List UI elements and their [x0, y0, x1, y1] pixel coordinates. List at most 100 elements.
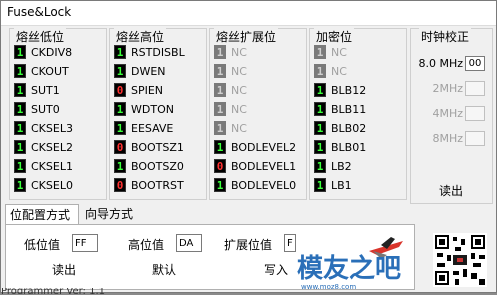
read-button[interactable]: 读出: [52, 261, 76, 278]
fuse-bit-toggle[interactable]: 1: [314, 159, 326, 173]
fuse-bit-label: BLB02: [331, 121, 367, 135]
fuse-bit-label: CKDIV8: [31, 45, 73, 59]
fuse-bit-row: 1 BLB01: [314, 140, 366, 154]
fuse-bit-label: BLB11: [331, 102, 367, 116]
fuse-bit-row: 0 BOOTSZ1: [114, 140, 184, 154]
fuse-bit-row: 1 BLB11: [314, 102, 366, 116]
fuse-bit-label: BOOTSZ0: [131, 159, 184, 173]
lock-bits-group: 加密位 1 NC 1 NC 1 BLB12 1 BLB11 1 BLB02 1 BLB01 1 LB2 1 L…: [309, 28, 407, 200]
ext-value-label: 扩展位值: [224, 238, 273, 252]
fuse-bit-label: EESAVE: [131, 121, 174, 135]
clock-value-input[interactable]: 00: [465, 55, 485, 71]
fuse-bit-label: CKSEL1: [31, 159, 73, 173]
fuse-bit-row: 1 BODLEVEL0: [214, 178, 296, 192]
fuse-bit-toggle[interactable]: 1: [14, 83, 26, 97]
fuse-bit-label: CKSEL3: [31, 121, 73, 135]
clock-row: 2MHz: [417, 80, 485, 96]
fuse-bit-label: BOOTSZ1: [131, 140, 184, 154]
fuse-bit-row: 1 NC: [214, 45, 247, 59]
clock-row: 8.0 MHz 00: [417, 55, 485, 71]
fuse-bit-row: 1 NC: [314, 64, 347, 78]
fuse-bit-label: SPIEN: [131, 83, 164, 97]
fuse-bit-toggle: 1: [214, 121, 226, 135]
fuse-bit-row: 0 BOOTRST: [114, 178, 184, 192]
fuse-bit-toggle: 1: [214, 83, 226, 97]
fuse-bit-toggle: 1: [314, 45, 326, 59]
fuse-bit-toggle[interactable]: 1: [14, 102, 26, 116]
qr-code: [433, 233, 487, 287]
fuse-bit-row: 1 CKOUT: [14, 64, 69, 78]
fuse-bit-row: 1 BOOTSZ0: [114, 159, 184, 173]
fuse-lock-window: Fuse&Lock 熔丝低位 1 CKDIV8 1 CKOUT 1 SUT1 1 SUT0 1 C…: [0, 0, 497, 294]
fuse-bit-toggle[interactable]: 0: [114, 178, 126, 192]
fuse-bit-toggle[interactable]: 1: [214, 178, 226, 192]
fuse-bit-toggle[interactable]: 1: [114, 159, 126, 173]
fuse-bit-row: 0 SPIEN: [114, 83, 163, 97]
status-line: Programmer Ver: 1.1: [1, 288, 105, 294]
fuse-bit-toggle: 1: [214, 64, 226, 78]
clock-value-input: [465, 105, 485, 121]
clock-label: 8MHz: [432, 131, 463, 145]
fuse-bit-toggle[interactable]: 1: [314, 140, 326, 154]
fuse-high-group: 熔丝高位 1 RSTDISBL 1 DWEN 0 SPIEN 1 WDTON 1 EESAVE 0 B…: [109, 28, 207, 200]
low-value-input[interactable]: FF: [72, 234, 98, 252]
fuse-bit-toggle[interactable]: 0: [214, 159, 226, 173]
fuse-bit-label: WDTON: [131, 102, 174, 116]
watermark-text: 模友之吧: [297, 253, 401, 284]
fuse-low-group: 熔丝低位 1 CKDIV8 1 CKOUT 1 SUT1 1 SUT0 1 CKSEL3 1 CKSE…: [9, 28, 107, 200]
clock-label: 4MHz: [432, 106, 463, 120]
fuse-ext-group: 熔丝扩展位 1 NC 1 NC 1 NC 1 NC 1 NC 1 BODLEVEL2 0 BODLEVEL…: [209, 28, 307, 200]
fuse-bit-label: NC: [231, 121, 247, 135]
fuse-bit-row: 1 NC: [214, 102, 247, 116]
clock-read-button[interactable]: 读出: [439, 182, 463, 199]
fuse-bit-toggle[interactable]: 1: [14, 140, 26, 154]
low-value-label: 低位值: [24, 238, 61, 252]
fuse-bit-toggle: 1: [214, 45, 226, 59]
fuse-bit-toggle[interactable]: 1: [114, 102, 126, 116]
fuse-bit-row: 1 NC: [314, 45, 347, 59]
fuse-bit-toggle[interactable]: 1: [114, 64, 126, 78]
fuse-bit-toggle[interactable]: 1: [314, 178, 326, 192]
fuse-bit-label: NC: [231, 64, 247, 78]
fuse-bit-row: 1 NC: [214, 121, 247, 135]
fuse-bit-toggle[interactable]: 1: [114, 121, 126, 135]
fuse-bit-toggle[interactable]: 1: [14, 121, 26, 135]
fuse-bit-row: 1 BODLEVEL2: [214, 140, 296, 154]
fuse-bit-label: NC: [231, 83, 247, 97]
fuse-bit-toggle: 1: [214, 102, 226, 116]
clock-calibration-group: 时钟校正 8.0 MHz 00 2MHz 4MHz 8MHz 读出: [410, 28, 493, 204]
clock-label: 2MHz: [432, 81, 463, 95]
default-button[interactable]: 默认: [152, 261, 176, 278]
fuse-bit-toggle[interactable]: 1: [314, 102, 326, 116]
fuse-bit-label: BODLEVEL1: [231, 159, 297, 173]
clock-value-input: [465, 80, 485, 96]
high-value-label: 高位值: [128, 238, 165, 252]
group-title: 熔丝扩展位: [214, 28, 279, 45]
fuse-bit-toggle[interactable]: 0: [114, 83, 126, 97]
fuse-bit-toggle[interactable]: 1: [214, 140, 226, 154]
fuse-bit-label: DWEN: [131, 64, 166, 78]
fuse-bit-toggle[interactable]: 1: [14, 159, 26, 173]
fuse-bit-row: 1 CKSEL2: [14, 140, 73, 154]
fuse-bit-toggle[interactable]: 1: [14, 64, 26, 78]
fuse-bit-row: 1 BLB02: [314, 121, 366, 135]
fuse-bit-row: 1 LB1: [314, 178, 352, 192]
fuse-bit-row: 1 LB2: [314, 159, 352, 173]
fuse-bit-row: 1 NC: [214, 64, 247, 78]
fuse-bit-toggle[interactable]: 1: [14, 45, 26, 59]
fuse-bit-label: NC: [231, 45, 247, 59]
fuse-bit-row: 1 CKSEL0: [14, 178, 73, 192]
fuse-bit-row: 1 SUT1: [14, 83, 60, 97]
tab-wizard[interactable]: 向导方式: [81, 204, 141, 224]
tab-bit-config[interactable]: 位配置方式: [5, 204, 79, 224]
fuse-bit-toggle[interactable]: 0: [114, 140, 126, 154]
high-value-input[interactable]: DA: [176, 234, 202, 252]
fuse-bit-toggle[interactable]: 1: [314, 121, 326, 135]
fuse-bit-label: SUT0: [31, 102, 60, 116]
write-button[interactable]: 写入: [264, 261, 288, 278]
fuse-bit-toggle[interactable]: 1: [114, 45, 126, 59]
fuse-bit-label: CKSEL0: [31, 178, 73, 192]
fuse-bit-row: 1 EESAVE: [114, 121, 173, 135]
fuse-bit-toggle[interactable]: 1: [314, 83, 326, 97]
fuse-bit-toggle[interactable]: 1: [14, 178, 26, 192]
